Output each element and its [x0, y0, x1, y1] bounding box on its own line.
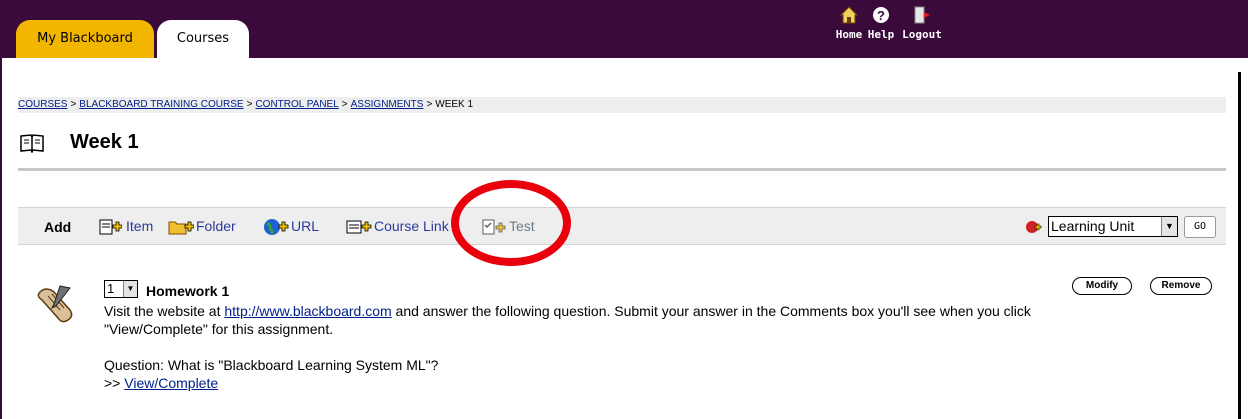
add-folder-label: Folder	[196, 218, 236, 234]
title-divider	[18, 168, 1226, 171]
breadcrumb-assignments[interactable]: ASSIGNMENTS	[351, 99, 424, 110]
breadcrumb: COURSES > BLACKBOARD TRAINING COURSE > CONTR…	[18, 97, 1226, 113]
add-test-label: Test	[509, 218, 535, 234]
view-prefix: >>	[104, 375, 125, 391]
add-course-link-button[interactable]: Course Link	[346, 217, 476, 237]
home-label: Home	[835, 28, 863, 41]
home-icon	[840, 6, 858, 24]
add-course-link-label: Course Link	[374, 218, 449, 234]
chevron-down-icon[interactable]: ▼	[1161, 217, 1177, 236]
item-instructions: Visit the website at http://www.blackboa…	[104, 302, 1044, 338]
tab-courses[interactable]: Courses	[157, 20, 249, 58]
help-icon: ?	[873, 7, 889, 23]
breadcrumb-courses[interactable]: COURSES	[18, 99, 67, 110]
add-item-button[interactable]: Item	[98, 217, 178, 237]
right-border	[1238, 72, 1241, 419]
tab-my-blackboard[interactable]: My Blackboard	[16, 20, 154, 58]
item-title: Homework 1	[146, 283, 230, 299]
item-description: Visit the website at http://www.blackboa…	[104, 302, 1044, 392]
help-label: Help	[867, 28, 895, 41]
svg-text:?: ?	[877, 8, 885, 23]
add-url-button[interactable]: URL	[263, 217, 353, 237]
breadcrumb-course[interactable]: BLACKBOARD TRAINING COURSE	[79, 99, 243, 110]
home-link[interactable]: Home	[832, 6, 866, 41]
add-url-label: URL	[291, 218, 320, 234]
top-bar: My Blackboard Courses Home ? Help Logout	[0, 0, 1248, 58]
left-border	[0, 58, 2, 419]
add-folder-button[interactable]: Folder	[168, 217, 268, 237]
page-title: Week 1	[70, 131, 139, 153]
action-bar: Add Item Folder URL Course Link Test Lea…	[18, 207, 1226, 245]
logout-label: Logout	[902, 28, 942, 41]
globe-icon	[264, 219, 289, 235]
item-question: Question: What is "Blackboard Learning S…	[104, 357, 439, 373]
add-item-label: Item	[126, 218, 154, 234]
scroll-assignment-icon	[37, 285, 73, 323]
help-link[interactable]: ? Help	[866, 6, 896, 41]
item-icon	[99, 219, 122, 235]
view-complete-link[interactable]: View/Complete	[124, 375, 218, 391]
view-complete-row: >> View/Complete	[104, 374, 1044, 392]
go-button[interactable]: GO	[1184, 216, 1216, 238]
chevron-down-icon[interactable]: ▼	[123, 281, 137, 297]
add-test-button[interactable]: Test	[481, 217, 571, 237]
learning-unit-icon	[1026, 221, 1042, 233]
order-select[interactable]: 1 ▼	[104, 280, 138, 298]
course-link-icon	[346, 220, 372, 234]
content-type-select[interactable]: Learning Unit ▼	[1048, 216, 1178, 237]
logout-link[interactable]: Logout	[896, 6, 948, 41]
content-type-value: Learning Unit	[1051, 218, 1135, 234]
breadcrumb-current: WEEK 1	[435, 99, 474, 110]
breadcrumb-separator: >	[70, 99, 77, 110]
test-icon	[482, 219, 506, 235]
folder-icon	[168, 221, 194, 235]
breadcrumb-separator: >	[341, 99, 348, 110]
breadcrumb-separator: >	[426, 99, 433, 110]
remove-button[interactable]: Remove	[1150, 277, 1212, 295]
logout-door-icon	[914, 6, 930, 24]
breadcrumb-control-panel[interactable]: CONTROL PANEL	[255, 99, 338, 110]
order-value: 1	[107, 281, 115, 296]
add-label: Add	[44, 219, 72, 235]
instructions-text-start: Visit the website at	[104, 303, 225, 319]
blackboard-url-link[interactable]: http://www.blackboard.com	[224, 303, 391, 319]
book-icon	[20, 134, 44, 153]
breadcrumb-separator: >	[246, 99, 253, 110]
modify-button[interactable]: Modify	[1072, 277, 1132, 295]
